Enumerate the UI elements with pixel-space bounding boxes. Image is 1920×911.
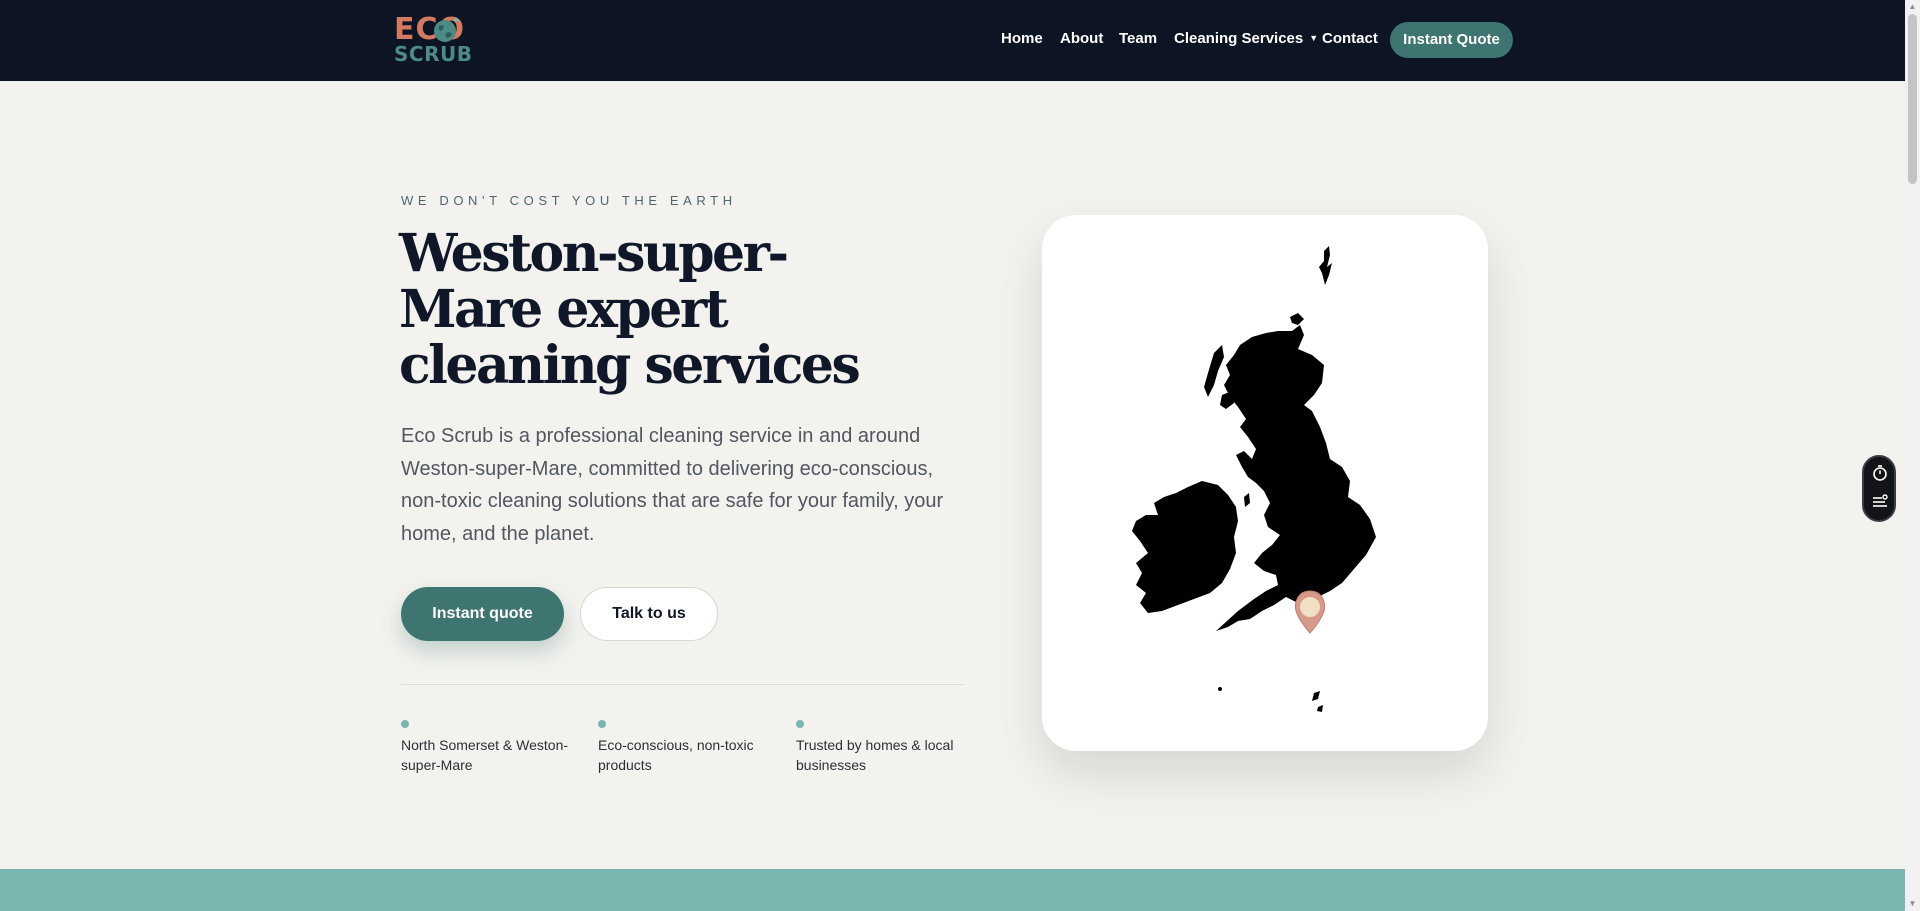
hero-title: Weston-super-Mare expert cleaning servic… xyxy=(399,223,861,396)
instant-quote-nav-button[interactable]: Instant Quote xyxy=(1390,22,1513,58)
feature-text: Trusted by homes & local businesses xyxy=(796,737,954,773)
nav-cleaning-services[interactable]: Cleaning Services ▼ xyxy=(1174,30,1318,47)
ireland xyxy=(1132,481,1238,613)
bullet-dot-icon xyxy=(796,720,804,728)
shetland-islands xyxy=(1319,246,1332,285)
scrollbar-thumb[interactable] xyxy=(1908,14,1917,184)
talk-to-us-button[interactable]: Talk to us xyxy=(580,587,718,641)
list-settings-icon[interactable] xyxy=(1871,493,1889,511)
skye-island xyxy=(1220,391,1234,409)
hebrides-islands xyxy=(1204,345,1224,397)
site-header: ECO SCRUB Home About Team Cleaning Servi… xyxy=(0,0,1905,81)
orkney-islands xyxy=(1290,313,1304,325)
feature-location: North Somerset & Weston-super-Mare xyxy=(401,720,581,775)
floating-tools-widget[interactable] xyxy=(1862,455,1896,522)
scroll-up-arrow-icon[interactable]: ▲ xyxy=(1908,2,1917,11)
bullet-dot-icon xyxy=(598,720,606,728)
uk-ireland-map xyxy=(1132,246,1376,712)
feature-eco-products: Eco-conscious, non-toxic products xyxy=(598,720,778,775)
main-navigation: Home About Team Cleaning Services ▼ Conta… xyxy=(0,0,1905,81)
isle-of-man xyxy=(1244,493,1250,507)
instant-quote-button[interactable]: Instant quote xyxy=(401,587,564,641)
scilly-isles xyxy=(1218,687,1222,691)
page-scrollbar[interactable]: ▲ ▼ xyxy=(1905,0,1920,911)
feature-text: North Somerset & Weston-super-Mare xyxy=(401,737,569,773)
nav-team[interactable]: Team xyxy=(1119,30,1157,47)
feature-trusted: Trusted by homes & local businesses xyxy=(796,720,976,775)
location-pin-icon xyxy=(1294,590,1326,634)
chevron-down-icon: ▼ xyxy=(1309,33,1319,43)
feature-text: Eco-conscious, non-toxic products xyxy=(598,737,754,773)
next-section-band xyxy=(0,869,1905,911)
nav-about[interactable]: About xyxy=(1060,30,1103,47)
hero-eyebrow: WE DON'T COST YOU THE EARTH xyxy=(401,193,737,208)
nav-cleaning-services-label: Cleaning Services xyxy=(1174,30,1304,47)
great-britain xyxy=(1216,325,1376,631)
nav-contact[interactable]: Contact xyxy=(1322,30,1378,47)
timer-icon[interactable] xyxy=(1871,464,1889,482)
channel-islands xyxy=(1312,691,1323,712)
hero-description: Eco Scrub is a professional cleaning ser… xyxy=(401,425,944,545)
scroll-down-arrow-icon[interactable]: ▼ xyxy=(1908,899,1917,908)
nav-home[interactable]: Home xyxy=(1001,30,1043,47)
bullet-dot-icon xyxy=(401,720,409,728)
hero-divider xyxy=(401,684,963,685)
